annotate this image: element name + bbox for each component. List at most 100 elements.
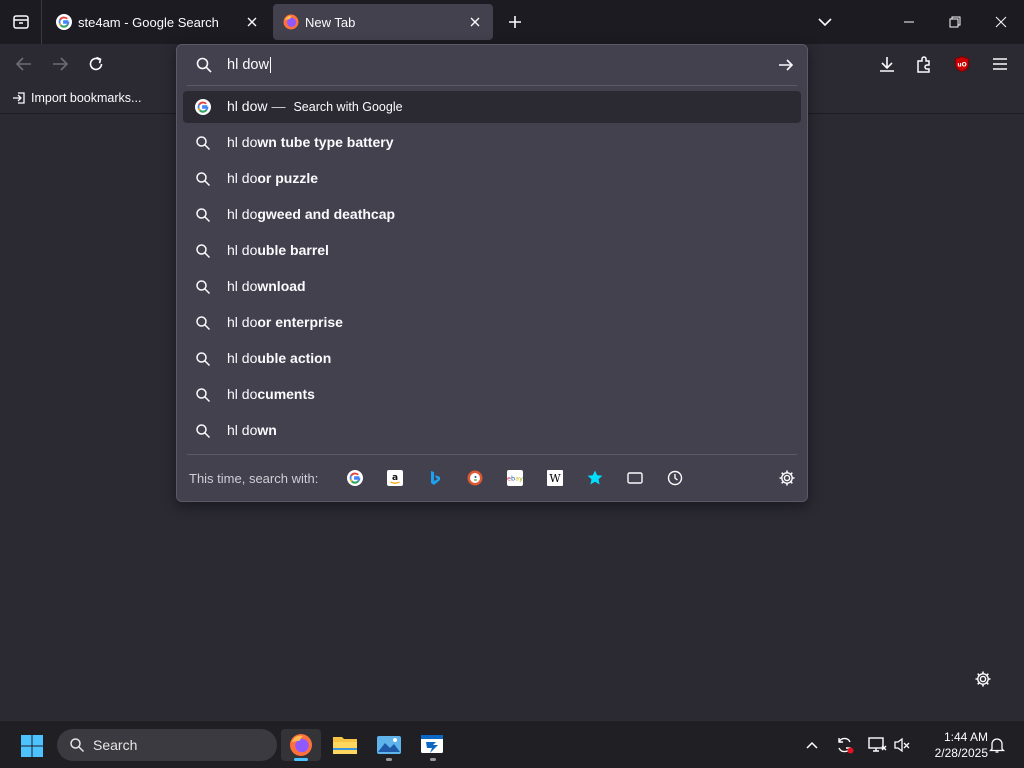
bing-icon[interactable] — [426, 469, 444, 487]
import-bookmarks-label: Import bookmarks... — [31, 91, 142, 105]
suggestion-completion: wn — [257, 422, 277, 438]
windows-taskbar: Search 1:44 AM 2/28/2025 — [0, 720, 1024, 768]
extensions-puzzle-icon[interactable] — [914, 54, 934, 74]
search-icon — [195, 171, 211, 187]
suggestion-typed: hl do — [227, 422, 258, 438]
list-all-tabs-chevron-icon[interactable] — [815, 12, 835, 32]
suggestion-typed: hl do — [227, 314, 258, 330]
suggestion-completion: or enterprise — [257, 314, 343, 330]
urlbar-heuristic-result[interactable]: hl dow — Search with Google — [183, 91, 801, 123]
result-dash: — — [271, 98, 286, 114]
google-icon — [56, 14, 72, 30]
taskbar-app[interactable] — [413, 729, 453, 761]
taskbar-firefox[interactable] — [281, 729, 321, 761]
import-bookmarks-button[interactable]: Import bookmarks... — [12, 91, 141, 105]
new-tab-plus-icon[interactable] — [503, 10, 527, 34]
tab-new-tab[interactable]: New Tab — [273, 4, 493, 40]
search-icon — [195, 207, 211, 223]
tab-title: New Tab — [305, 14, 356, 30]
divider — [187, 85, 797, 86]
history-icon[interactable] — [666, 469, 684, 487]
search-icon — [195, 351, 211, 367]
urlbar-input[interactable]: hl dow — [227, 53, 767, 77]
result-action: Search with Google — [293, 100, 403, 114]
volume-muted-icon[interactable] — [893, 736, 911, 754]
suggestion-text: hl down — [227, 422, 277, 438]
tab-strip: ste4am - Google Search New Tab — [0, 0, 1024, 44]
search-suggestion-row[interactable]: hl down — [183, 415, 801, 447]
suggestion-typed: hl do — [227, 206, 258, 222]
show-hidden-icons-chevron-icon[interactable] — [804, 737, 820, 753]
suggestion-completion: or puzzle — [257, 170, 319, 186]
close-tab-icon[interactable] — [244, 14, 260, 30]
search-suggestion-row[interactable]: hl door puzzle — [183, 163, 801, 195]
suggestion-completion: gweed and deathcap — [257, 206, 396, 222]
suggestion-completion: uble barrel — [257, 242, 329, 258]
one-off-label: This time, search with: — [189, 471, 319, 486]
suggestion-completion: wnload — [257, 278, 306, 294]
amazon-icon[interactable]: a — [386, 469, 404, 487]
close-window-button[interactable] — [978, 0, 1024, 44]
search-suggestion-row[interactable]: hl down tube type battery — [183, 127, 801, 159]
search-icon — [69, 737, 85, 753]
taskbar-search-box[interactable]: Search — [57, 729, 277, 761]
suggestion-text: hl download — [227, 278, 306, 294]
search-icon — [195, 243, 211, 259]
running-indicator — [430, 758, 436, 761]
taskbar-file-explorer[interactable] — [325, 729, 365, 761]
suggestion-text: hl door puzzle — [227, 170, 318, 186]
suggestion-typed: hl do — [227, 350, 258, 366]
duckduckgo-icon[interactable] — [466, 469, 484, 487]
search-settings-gear-icon[interactable] — [778, 469, 796, 487]
folder-icon — [332, 734, 358, 756]
go-arrow-icon[interactable] — [777, 56, 795, 74]
taskbar-photos[interactable] — [369, 729, 409, 761]
suggestion-text: hl double barrel — [227, 242, 329, 258]
suggestion-text: hl door enterprise — [227, 314, 343, 330]
wikipedia-icon[interactable]: W — [546, 469, 564, 487]
search-suggestion-row[interactable]: hl double barrel — [183, 235, 801, 267]
search-icon — [195, 315, 211, 331]
app-menu-hamburger-icon[interactable] — [990, 54, 1010, 74]
close-tab-icon[interactable] — [467, 14, 483, 30]
search-suggestion-row[interactable]: hl double action — [183, 343, 801, 375]
urlbar-input-row: hl dow — [177, 45, 807, 85]
suggestion-typed: hl do — [227, 134, 258, 150]
search-suggestion-row[interactable]: hl documents — [183, 379, 801, 411]
search-suggestion-row[interactable]: hl download — [183, 271, 801, 303]
google-icon[interactable] — [346, 469, 364, 487]
google-icon — [195, 99, 211, 115]
forward-arrow-icon[interactable] — [50, 54, 70, 74]
tab-google-search[interactable]: ste4am - Google Search — [46, 4, 270, 40]
minimize-button[interactable] — [886, 0, 932, 44]
bookmarks-star-icon[interactable] — [586, 469, 604, 487]
tabs-icon[interactable] — [626, 469, 644, 487]
svg-text:a: a — [392, 473, 398, 483]
close-icon — [995, 16, 1007, 28]
firefox-view-icon — [12, 13, 30, 31]
firefox-icon — [283, 14, 299, 30]
urlbar-input-value: hl dow — [227, 57, 269, 73]
network-icon[interactable] — [867, 736, 887, 754]
customize-new-tab-gear-icon[interactable] — [974, 670, 992, 688]
restore-button[interactable] — [932, 0, 978, 44]
firefox-view-button[interactable] — [0, 0, 42, 44]
ebay-icon[interactable]: ebay — [506, 469, 524, 487]
downloads-icon[interactable] — [877, 54, 897, 74]
text-caret — [269, 57, 271, 73]
taskbar-clock[interactable]: 1:44 AM 2/28/2025 — [918, 729, 988, 761]
back-arrow-icon[interactable] — [14, 54, 34, 74]
svg-text:ebay: ebay — [507, 475, 523, 483]
search-suggestion-row[interactable]: hl dogweed and deathcap — [183, 199, 801, 231]
search-suggestion-row[interactable]: hl door enterprise — [183, 307, 801, 339]
tab-title: ste4am - Google Search — [78, 14, 219, 30]
svg-text:uO: uO — [957, 62, 966, 69]
ublock-origin-icon[interactable]: uO — [952, 54, 972, 74]
suggestion-text: hl down tube type battery — [227, 134, 394, 150]
notification-bell-icon[interactable] — [988, 736, 1006, 754]
sync-update-icon[interactable] — [835, 736, 855, 754]
windows-start-icon[interactable] — [20, 734, 44, 758]
suggestion-text: hl dogweed and deathcap — [227, 206, 395, 222]
suggestion-completion: uble action — [257, 350, 332, 366]
reload-icon[interactable] — [86, 54, 106, 74]
